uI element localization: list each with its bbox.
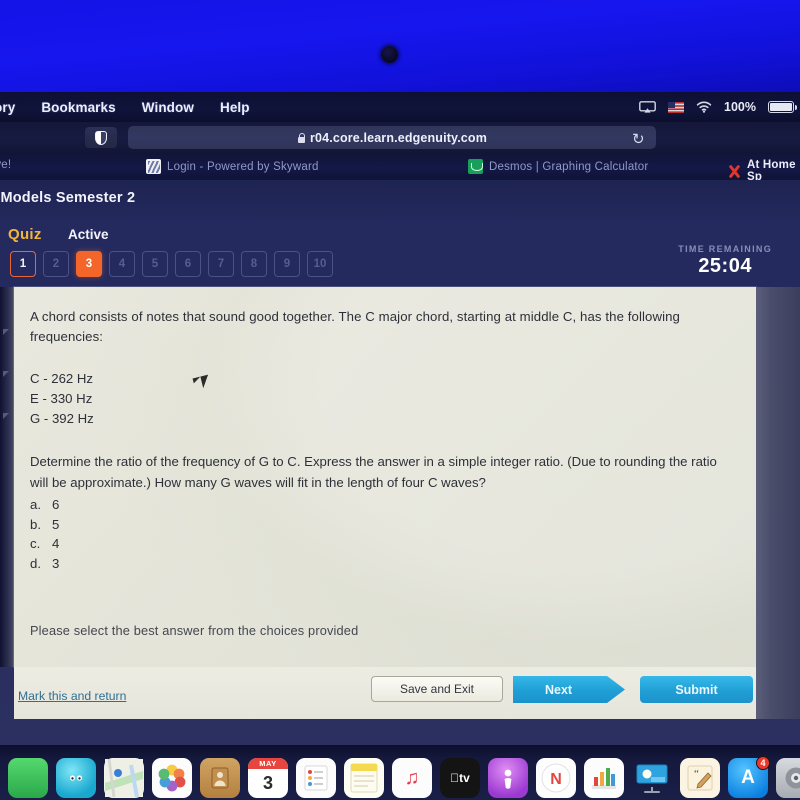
- choice-letter: c.: [30, 536, 41, 551]
- bookmark-label: Desmos | Graphing Calculator: [489, 160, 649, 173]
- pager-item-5[interactable]: 5: [142, 251, 168, 277]
- pager-item-1[interactable]: 1: [10, 251, 36, 277]
- pager-item-8[interactable]: 8: [241, 251, 267, 277]
- choice-text: 5: [52, 516, 60, 532]
- quiz-label: Quiz: [8, 226, 42, 243]
- app-store-badge: 4: [756, 756, 770, 770]
- app-right-gutter: [756, 287, 800, 719]
- course-title: l Models Semester 2: [0, 190, 136, 206]
- webcam-icon: [381, 46, 398, 63]
- pager-item-2[interactable]: 2: [43, 251, 69, 277]
- screen-mirroring-icon[interactable]: [639, 100, 656, 114]
- us-flag-icon[interactable]: [668, 101, 685, 113]
- laptop-photo-screen: ory Bookmarks Window Help 100% r04.core.…: [0, 0, 800, 800]
- maps-icon[interactable]: [104, 758, 144, 798]
- bookmark-label: love!: [0, 159, 12, 171]
- answer-choice-c[interactable]: c. 4: [30, 534, 730, 554]
- svg-text:N: N: [550, 771, 562, 788]
- mark-this-and-return-link[interactable]: Mark this and return: [18, 689, 126, 703]
- choice-letter: d.: [30, 555, 41, 571]
- address-bar[interactable]: r04.core.learn.edgenuity.com: [128, 126, 656, 149]
- siri-icon[interactable]: [56, 758, 96, 798]
- quiz-timer: TIME REMAINING 25:04: [678, 244, 772, 278]
- wifi-icon[interactable]: [696, 101, 712, 113]
- pager-item-4[interactable]: 4: [109, 251, 135, 277]
- pages-icon[interactable]: “: [680, 758, 720, 798]
- frequency-list: C - 262 Hz E - 330 Hz G - 392 Hz: [30, 369, 730, 429]
- calendar-day-label: 3: [262, 773, 273, 793]
- svg-text:“: “: [694, 768, 699, 780]
- appletv-icon[interactable]: tv: [440, 758, 480, 798]
- reload-icon[interactable]: ↻: [632, 130, 645, 148]
- answer-choice-b[interactable]: b. 5: [30, 515, 730, 535]
- bookmark-item-love[interactable]: love!: [0, 159, 11, 171]
- save-and-exit-button[interactable]: Save and Exit: [371, 676, 503, 702]
- frequency-item: G - 392 Hz: [30, 411, 94, 426]
- pager-item-9[interactable]: 9: [274, 251, 300, 277]
- finder-icon[interactable]: [8, 758, 48, 798]
- keynote-icon[interactable]: [632, 758, 672, 798]
- app-store-icon[interactable]: A 4: [728, 756, 770, 798]
- frequency-item: E - 330 Hz: [30, 391, 93, 406]
- macos-dock[interactable]: MAY 3 ♫ tv N “ A: [0, 756, 800, 800]
- pager-item-3[interactable]: 3: [76, 251, 102, 277]
- bookmark-label: Login - Powered by Skyward: [167, 160, 319, 173]
- choice-text: 4: [52, 536, 60, 551]
- bookmark-item-desmos[interactable]: Desmos | Graphing Calculator: [468, 159, 648, 174]
- bookmarks-bar: [0, 154, 800, 180]
- choice-text: 3: [52, 555, 60, 571]
- url-text: r04.core.learn.edgenuity.com: [310, 130, 487, 145]
- submit-button[interactable]: Submit: [640, 676, 753, 703]
- macos-menu-bar[interactable]: ory Bookmarks Window Help 100%: [0, 92, 800, 122]
- frequency-item: C - 262 Hz: [30, 371, 94, 386]
- choice-letter: b.: [30, 516, 41, 532]
- answer-choice-d[interactable]: d. 3: [30, 554, 730, 574]
- pager-item-7[interactable]: 7: [208, 251, 234, 277]
- calendar-icon[interactable]: MAY 3: [248, 758, 288, 798]
- question-stem: A chord consists of notes that sound goo…: [30, 309, 680, 344]
- pager-item-10[interactable]: 10: [307, 251, 333, 277]
- lock-icon: [297, 132, 306, 143]
- athome-favicon: [726, 164, 741, 179]
- content-left-rail: [0, 287, 14, 667]
- pager-item-6[interactable]: 6: [175, 251, 201, 277]
- question-pager[interactable]: 1 2 3 4 5 6 7 8 9 10: [10, 251, 333, 277]
- battery-icon[interactable]: [768, 101, 797, 113]
- timer-value: 25:04: [698, 255, 752, 277]
- answer-choice-a[interactable]: a. 6: [30, 495, 730, 515]
- privacy-shield-icon[interactable]: [85, 127, 117, 148]
- news-icon[interactable]: N: [536, 758, 576, 798]
- system-preferences-icon[interactable]: 1: [776, 758, 800, 798]
- question-card: A chord consists of notes that sound goo…: [14, 287, 756, 667]
- numbers-icon[interactable]: [584, 758, 624, 798]
- status-badge: Active: [68, 227, 109, 242]
- menu-item-help[interactable]: Help: [220, 100, 250, 115]
- menu-item-bookmarks[interactable]: Bookmarks: [41, 100, 115, 115]
- music-note-glyph: ♫: [404, 766, 420, 789]
- skyward-favicon: [146, 159, 161, 174]
- battery-percent-label: 100%: [724, 100, 756, 114]
- reminders-icon[interactable]: [296, 758, 336, 798]
- laptop-bezel: [0, 0, 800, 92]
- photos-icon[interactable]: [152, 758, 192, 798]
- menu-item-window[interactable]: Window: [142, 100, 194, 115]
- choice-letter: a.: [30, 497, 41, 512]
- contacts-icon[interactable]: [200, 758, 240, 798]
- answer-instruction: Please select the best answer from the c…: [30, 623, 359, 638]
- next-button[interactable]: Next: [513, 676, 625, 703]
- question-prompt: Determine the ratio of the frequency of …: [30, 454, 717, 490]
- timer-caption: TIME REMAINING: [678, 244, 772, 254]
- podcasts-icon[interactable]: [488, 758, 528, 798]
- music-icon[interactable]: ♫: [392, 758, 432, 798]
- notes-icon[interactable]: [344, 758, 384, 798]
- bookmark-item-skyward[interactable]: Login - Powered by Skyward: [146, 159, 319, 174]
- desmos-favicon: [468, 159, 483, 174]
- menu-item-history[interactable]: ory: [0, 100, 15, 115]
- answer-choices[interactable]: a. 6 b. 5 c. 4 d. 3: [30, 495, 730, 573]
- choice-text: 6: [52, 497, 60, 512]
